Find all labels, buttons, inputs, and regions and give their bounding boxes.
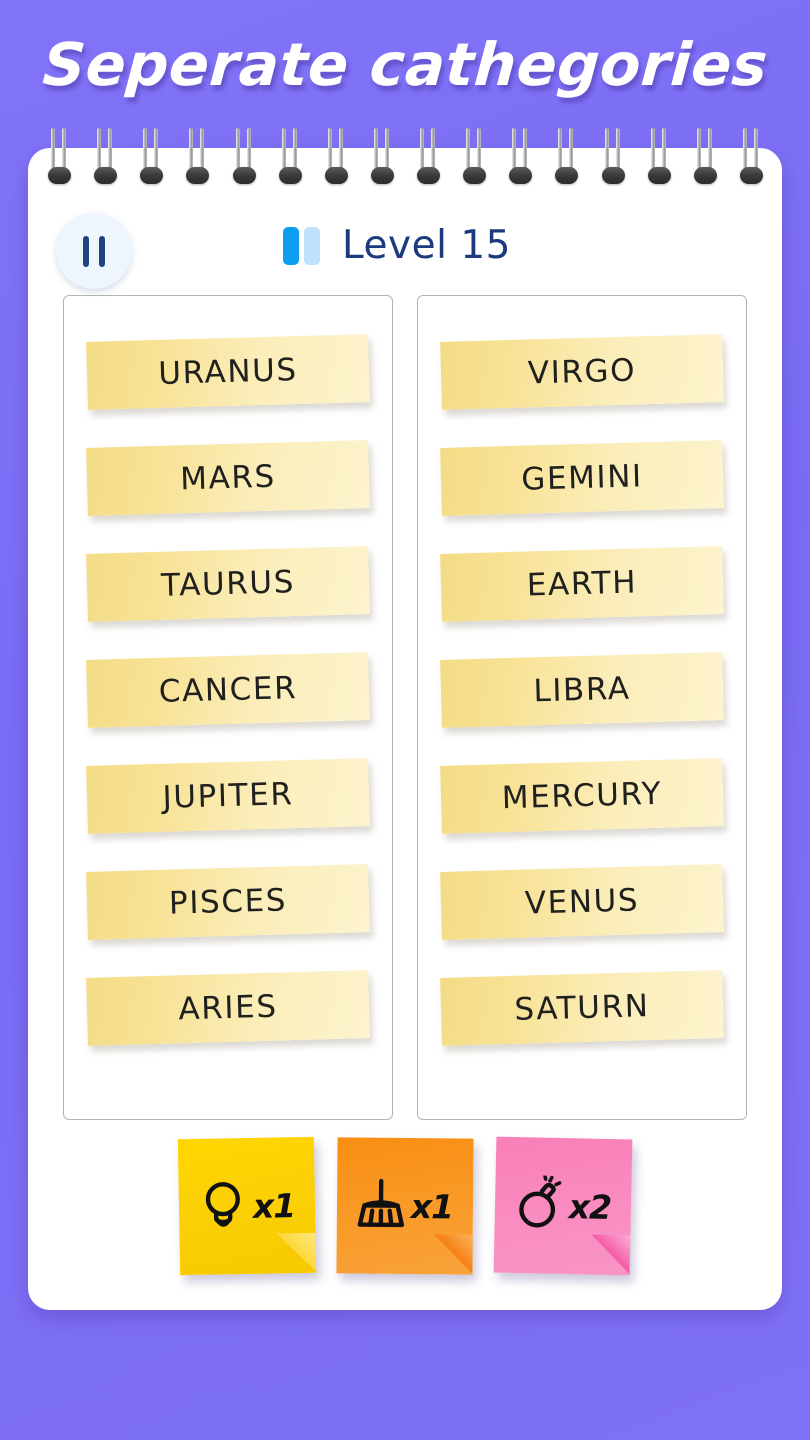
word-tile[interactable]: VENUS [440,864,724,940]
pause-button[interactable] [56,213,132,289]
word-tile[interactable]: ARIES [86,970,370,1046]
game-toolbar: Level 15 [28,205,782,297]
word-tile[interactable]: VIRGO [440,334,724,410]
word-tile[interactable]: PISCES [86,864,370,940]
word-tile-label: VENUS [524,882,640,922]
level-progress-bar-filled [283,226,299,265]
category-columns: URANUS MARS TAURUS CANCER JUPITER PISCES ARIES… [28,295,782,1120]
word-tile-label: MARS [179,458,277,498]
word-tile-label: TAURUS [160,564,296,604]
level-progress-bars [283,226,320,265]
word-tile[interactable]: CANCER [86,652,370,728]
broom-icon [353,1176,410,1236]
page-title-wrap: Seperate cathegories [0,30,810,99]
bomb-icon [510,1173,567,1236]
level-indicator: Level 15 [283,223,511,268]
lightbulb-icon [194,1176,251,1237]
page-title: Seperate cathegories [40,30,770,99]
word-tile[interactable]: GEMINI [440,440,724,516]
level-progress-bar-empty [304,226,320,265]
word-tile[interactable]: SATURN [440,970,724,1046]
powerup-count: x1 [410,1186,454,1226]
word-tile[interactable]: EARTH [440,546,724,622]
word-tile[interactable]: JUPITER [86,758,370,834]
word-tile-label: ARIES [177,988,279,1028]
word-tile-label: URANUS [157,352,299,392]
word-tile-label: PISCES [168,882,288,922]
word-tile[interactable]: MERCURY [440,758,724,834]
sticky-note-corner-curl [589,1234,631,1276]
word-tile-label: EARTH [526,564,638,604]
word-tile-label: GEMINI [520,458,644,498]
powerup-bomb[interactable]: x2 [493,1136,633,1276]
word-tile[interactable]: MARS [86,440,370,516]
word-tile-label: JUPITER [162,776,294,816]
powerup-count: x2 [568,1186,612,1227]
powerup-count: x1 [252,1185,296,1226]
pause-icon-bar-right [99,235,105,267]
word-tile[interactable]: LIBRA [440,652,724,728]
sticky-note-corner-curl [275,1232,317,1274]
powerup-hint[interactable]: x1 [177,1136,317,1276]
pause-icon-bar-left [83,235,89,267]
level-label: Level 15 [342,223,511,268]
word-tile[interactable]: URANUS [86,334,370,410]
sticky-note-corner-curl [432,1234,473,1275]
word-tile-label: SATURN [514,988,650,1028]
powerup-bar: x1 x1 x2 [28,1136,782,1298]
word-tile-label: VIRGO [527,352,637,392]
powerup-clean[interactable]: x1 [336,1137,474,1275]
left-column: URANUS MARS TAURUS CANCER JUPITER PISCES ARIES [63,295,393,1120]
right-column: VIRGO GEMINI EARTH LIBRA MERCURY VENUS SATURN [417,295,747,1120]
word-tile[interactable]: TAURUS [86,546,370,622]
word-tile-label: MERCURY [501,775,663,817]
word-tile-label: CANCER [158,670,298,710]
word-tile-label: LIBRA [532,670,632,710]
